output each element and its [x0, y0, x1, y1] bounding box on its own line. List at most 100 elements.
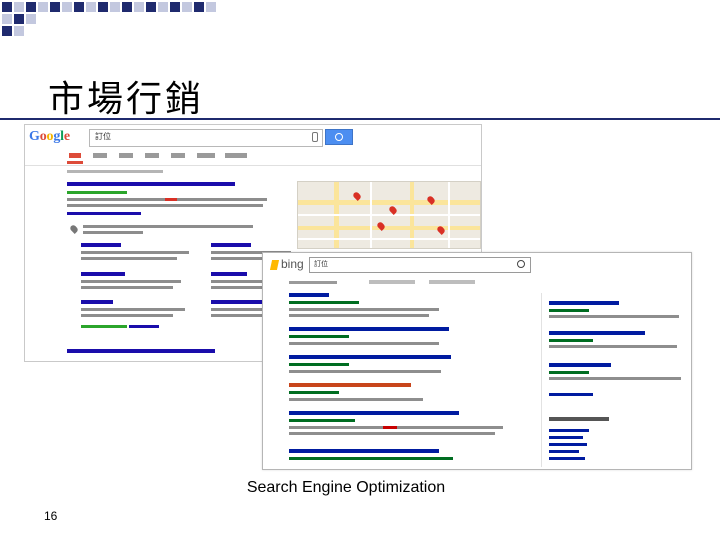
decor-square	[206, 2, 216, 12]
result-snippet	[289, 432, 495, 435]
ad-title	[549, 301, 619, 305]
slide-title: 市場行銷	[48, 79, 205, 120]
result-title	[289, 293, 329, 297]
decor-square	[38, 2, 48, 12]
result-highlight	[165, 198, 177, 201]
bing-query: 訂位	[314, 260, 328, 268]
microphone-icon	[312, 132, 318, 142]
result-address	[83, 225, 253, 228]
ad-url	[549, 339, 593, 342]
related-searches-heading	[549, 417, 609, 421]
map-street	[298, 238, 480, 240]
tab-label	[171, 153, 185, 158]
sitelink-snippet	[81, 257, 177, 260]
sitelink-title	[81, 272, 125, 276]
result-url	[289, 301, 359, 304]
result-url	[81, 325, 127, 328]
decor-square	[2, 14, 12, 24]
sitelink-title	[211, 272, 247, 276]
result-highlight	[383, 426, 397, 429]
tab-label	[119, 153, 133, 158]
decor-square	[14, 2, 24, 12]
sitelink-title	[81, 243, 121, 247]
sitelink-snippet	[81, 286, 173, 289]
sitelink-snippet	[81, 251, 189, 254]
decor-square	[26, 14, 36, 24]
tab-label	[197, 153, 215, 158]
search-icon	[325, 129, 353, 145]
google-tab-bar	[25, 151, 481, 166]
result-title	[289, 411, 459, 415]
corner-squares-decoration	[0, 0, 220, 44]
result-title	[67, 182, 235, 186]
region-filter	[429, 280, 475, 284]
decor-square	[110, 2, 120, 12]
decor-square	[14, 26, 24, 36]
ad-more-link	[549, 393, 593, 396]
related-search-link	[549, 457, 585, 460]
result-link	[129, 325, 159, 328]
google-logo-letter: e	[63, 129, 70, 144]
result-snippet	[289, 308, 439, 311]
google-logo-letters: Google	[29, 129, 70, 144]
related-search-link	[549, 429, 589, 432]
google-logo-letter: G	[29, 129, 40, 144]
result-snippet	[289, 314, 429, 317]
result-snippet	[289, 370, 441, 373]
result-title	[289, 355, 451, 359]
decor-square	[146, 2, 156, 12]
map-thumbnail	[297, 181, 481, 249]
ad-title	[549, 331, 645, 335]
result-snippet	[67, 204, 263, 207]
result-title	[289, 383, 411, 387]
ad-snippet	[549, 315, 679, 318]
result-phone	[83, 231, 143, 234]
bing-sidebar	[541, 293, 690, 467]
ad-url	[549, 371, 589, 374]
decor-square	[74, 2, 84, 12]
ad-snippet	[549, 377, 681, 380]
bing-search-box: 訂位	[309, 257, 531, 273]
sitelink-title	[81, 300, 113, 304]
result-url	[289, 457, 453, 460]
related-search-link	[549, 443, 587, 446]
result-url	[289, 419, 355, 422]
decor-square	[2, 26, 12, 36]
result-url	[289, 391, 339, 394]
sitelink-snippet	[81, 308, 185, 311]
result-url	[289, 335, 349, 338]
ad-title	[549, 363, 611, 367]
decor-square	[122, 2, 132, 12]
result-title	[67, 349, 215, 353]
ad-snippet	[549, 345, 677, 348]
ad-url	[549, 309, 589, 312]
bing-logo-icon	[269, 260, 280, 270]
decor-square	[2, 2, 12, 12]
google-query: 訂位	[95, 132, 111, 141]
result-snippet	[289, 342, 439, 345]
result-stats-line	[289, 281, 337, 284]
decor-square	[194, 2, 204, 12]
tab-label	[69, 153, 81, 158]
tab-label	[145, 153, 159, 158]
tab-label	[93, 153, 107, 158]
related-search-link	[549, 450, 579, 453]
title-underline	[0, 118, 720, 120]
google-logo: Google	[29, 129, 70, 145]
decor-square	[86, 2, 96, 12]
tab-indicator	[67, 161, 83, 164]
sitelink-title	[211, 243, 251, 247]
bing-results-screenshot: bing 訂位	[262, 252, 692, 470]
map-pin-icon	[69, 224, 79, 234]
google-search-box: 訂位	[89, 129, 323, 147]
decor-square	[158, 2, 168, 12]
sitelink-snippet	[81, 280, 181, 283]
decor-square	[26, 2, 36, 12]
slide-caption: Search Engine Optimization	[246, 479, 446, 496]
language-filter	[369, 280, 415, 284]
map-road	[298, 200, 480, 205]
result-url	[67, 191, 127, 194]
decor-square	[50, 2, 60, 12]
sitelink-snippet	[81, 314, 173, 317]
decor-square	[98, 2, 108, 12]
